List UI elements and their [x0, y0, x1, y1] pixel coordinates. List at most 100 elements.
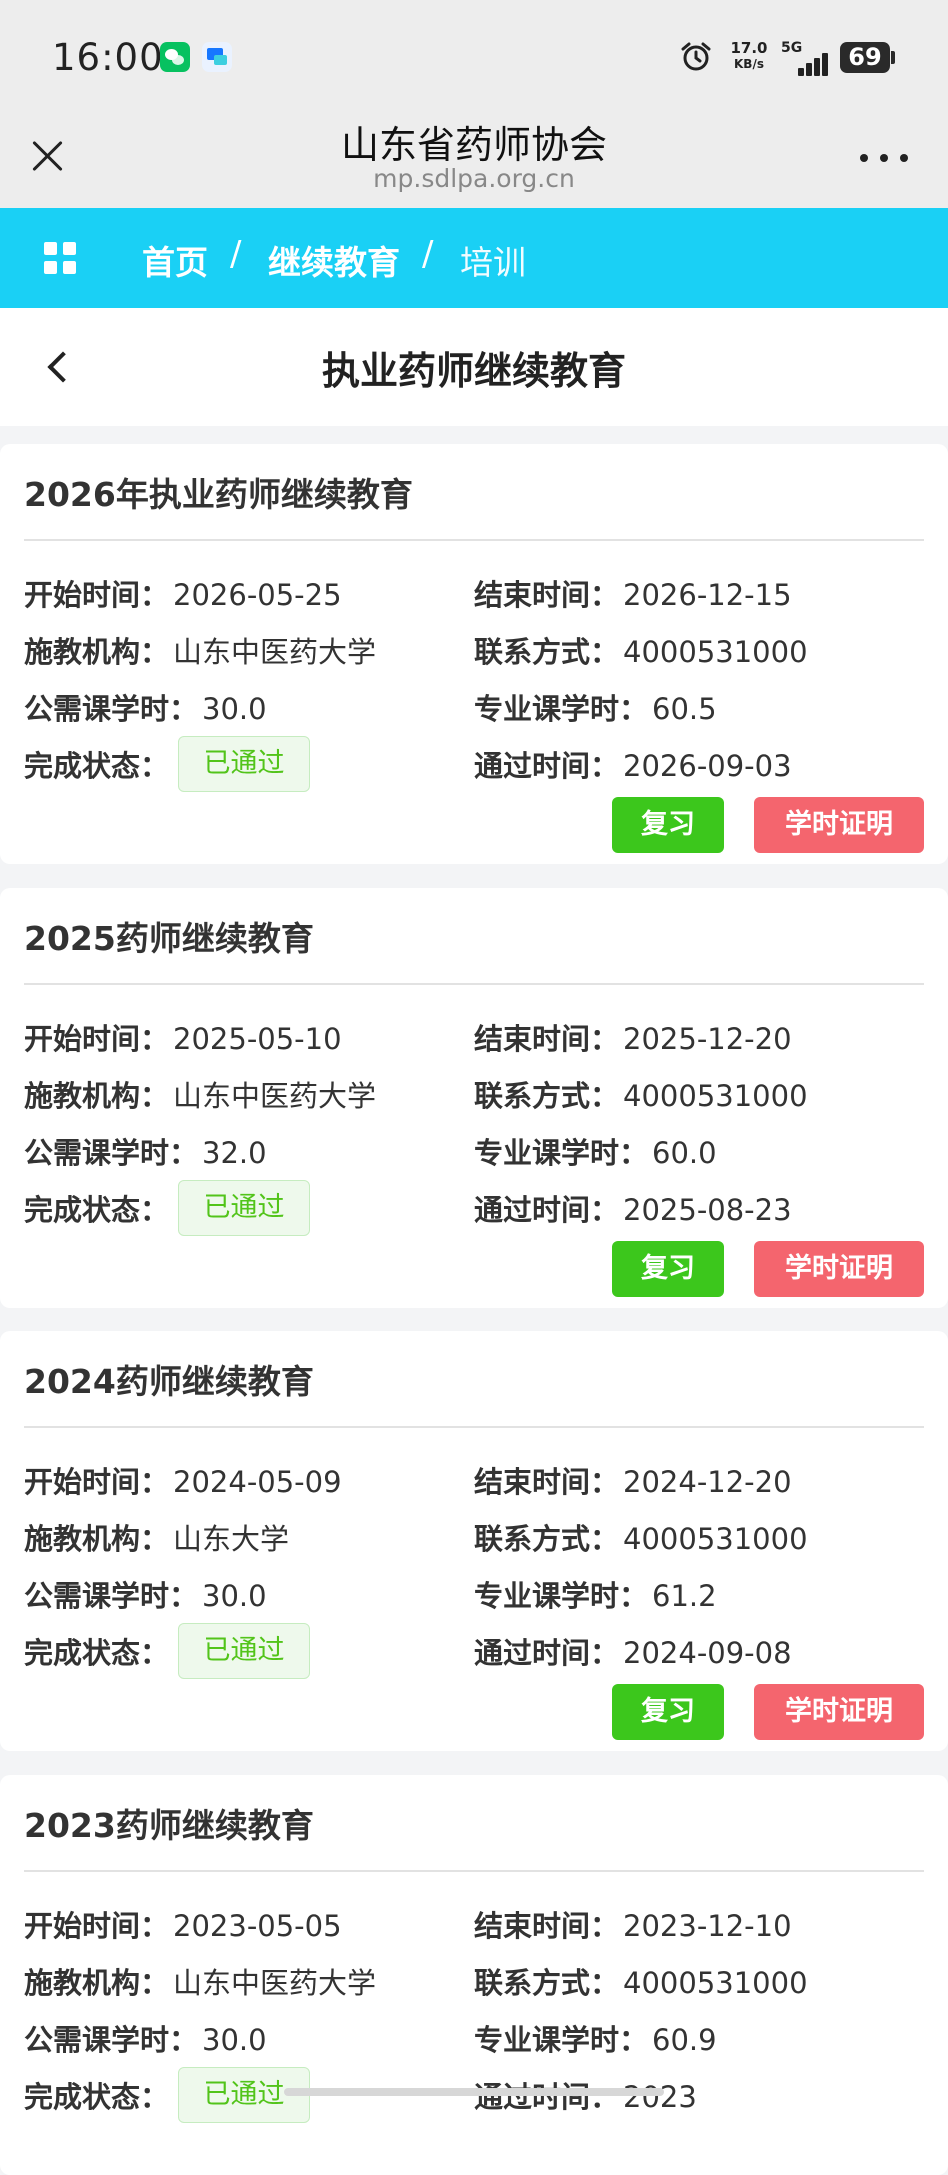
end-time-label: 结束时间：: [474, 578, 620, 612]
pass-time: 通过时间： 2025-08-23: [474, 1187, 792, 1229]
professional-hours: 专业课学时： 60.9: [474, 2017, 717, 2059]
pass-time: 通过时间： 2026-09-03: [474, 743, 792, 785]
contact-label: 联系方式：: [474, 1966, 620, 2000]
public-hours: 公需课学时： 30.0: [24, 686, 267, 728]
page-title: 执业药师继续教育: [321, 349, 626, 393]
start-time: 开始时间： 2023-05-05: [24, 1903, 342, 1945]
pass-time-label: 通过时间：: [474, 1636, 620, 1670]
contact: 联系方式： 4000531000: [474, 1516, 808, 1558]
wechat-icon: [160, 42, 190, 72]
review-button[interactable]: 复习: [612, 797, 724, 853]
breadcrumb-home[interactable]: 首页: [142, 236, 208, 284]
pass-time-value: 2024-09-08: [623, 1636, 792, 1670]
end-time: 结束时间： 2026-12-15: [474, 572, 792, 614]
start-time: 开始时间： 2025-05-10: [24, 1016, 342, 1058]
public-hours-value: 30.0: [202, 1579, 267, 1613]
contact-label: 联系方式：: [474, 1079, 620, 1113]
completion-status: 完成状态：: [24, 1630, 169, 1672]
institution: 施教机构： 山东中医药大学: [24, 629, 376, 671]
record-card: 2023药师继续教育 开始时间： 2023-05-05 结束时间： 2023-12-10…: [0, 1775, 948, 2175]
professional-hours-value: 60.9: [652, 2023, 717, 2057]
breadcrumb-continuing-education[interactable]: 继续教育: [268, 236, 400, 284]
network-speed-value: 17.0: [730, 39, 768, 57]
hours-certificate-button[interactable]: 学时证明: [754, 1684, 924, 1740]
completion-status-label: 完成状态：: [24, 1636, 170, 1670]
public-hours-value: 30.0: [202, 2023, 267, 2057]
breadcrumb-separator: /: [230, 234, 242, 274]
professional-hours-value: 61.2: [652, 1579, 717, 1613]
start-time-label: 开始时间：: [24, 1022, 170, 1056]
end-time-label: 结束时间：: [474, 1465, 620, 1499]
start-time-value: 2026-05-25: [173, 578, 342, 612]
status-badge: 已通过: [178, 1180, 310, 1236]
institution: 施教机构： 山东中医药大学: [24, 1073, 376, 1115]
public-hours: 公需课学时： 30.0: [24, 2017, 267, 2059]
network-speed-unit: KB/s: [734, 57, 764, 71]
start-time: 开始时间： 2026-05-25: [24, 572, 342, 614]
hours-certificate-button[interactable]: 学时证明: [754, 797, 924, 853]
public-hours-label: 公需课学时：: [24, 1579, 199, 1613]
end-time: 结束时间： 2024-12-20: [474, 1459, 792, 1501]
start-time-value: 2025-05-10: [173, 1022, 342, 1056]
professional-hours-label: 专业课学时：: [474, 1136, 649, 1170]
completion-status: 完成状态：: [24, 2074, 169, 2116]
contact-value: 4000531000: [623, 1079, 808, 1113]
public-hours: 公需课学时： 32.0: [24, 1130, 267, 1172]
grid-menu-icon[interactable]: [44, 242, 76, 274]
public-hours: 公需课学时： 30.0: [24, 1573, 267, 1615]
end-time-value: 2023-12-10: [623, 1909, 792, 1943]
institution-value: 山东中医药大学: [173, 635, 377, 669]
contact-label: 联系方式：: [474, 1522, 620, 1556]
record-title: 2025药师继续教育: [24, 919, 314, 958]
start-time-value: 2024-05-09: [173, 1465, 342, 1499]
institution: 施教机构： 山东大学: [24, 1516, 289, 1558]
breadcrumb: 首页 / 继续教育 / 培训: [0, 208, 948, 308]
window-title: 山东省药师协会: [340, 123, 607, 167]
professional-hours-label: 专业课学时：: [474, 2023, 649, 2057]
record-card: 2026年执业药师继续教育 开始时间： 2026-05-25 结束时间： 2026-12…: [0, 444, 948, 864]
institution-label: 施教机构：: [24, 1522, 170, 1556]
title-bar: 山东省药师协会 mp.sdlpa.org.cn: [0, 118, 948, 208]
more-icon[interactable]: [856, 146, 912, 170]
pass-time-label: 通过时间：: [474, 2080, 620, 2114]
status-badge: 已通过: [178, 736, 310, 792]
completion-status: 完成状态：: [24, 743, 169, 785]
completion-status: 完成状态：: [24, 1187, 169, 1229]
contact-value: 4000531000: [623, 1966, 808, 2000]
contact-value: 4000531000: [623, 635, 808, 669]
review-button[interactable]: 复习: [612, 1241, 724, 1297]
end-time: 结束时间： 2023-12-10: [474, 1903, 792, 1945]
record-card: 2025药师继续教育 开始时间： 2025-05-10 结束时间： 2025-12-20…: [0, 888, 948, 1308]
professional-hours-value: 60.0: [652, 1136, 717, 1170]
end-time-value: 2024-12-20: [623, 1465, 792, 1499]
signal-icon: [792, 52, 832, 76]
institution-label: 施教机构：: [24, 1966, 170, 2000]
review-button[interactable]: 复习: [612, 1684, 724, 1740]
end-time-label: 结束时间：: [474, 1909, 620, 1943]
public-hours-label: 公需课学时：: [24, 1136, 199, 1170]
professional-hours-value: 60.5: [652, 692, 717, 726]
record-card: 2024药师继续教育 开始时间： 2024-05-09 结束时间： 2024-12-20…: [0, 1331, 948, 1751]
professional-hours: 专业课学时： 60.5: [474, 686, 717, 728]
home-indicator[interactable]: [284, 2088, 664, 2096]
institution: 施教机构： 山东中医药大学: [24, 1960, 376, 2002]
divider: [24, 1870, 924, 1872]
pass-time-label: 通过时间：: [474, 1193, 620, 1227]
pass-time-value: 2023: [623, 2080, 697, 2114]
completion-status-label: 完成状态：: [24, 2080, 170, 2114]
window-domain: mp.sdlpa.org.cn: [373, 164, 575, 193]
end-time-value: 2026-12-15: [623, 578, 792, 612]
public-hours-label: 公需课学时：: [24, 692, 199, 726]
institution-value: 山东中医药大学: [173, 1966, 377, 2000]
record-title: 2023药师继续教育: [24, 1806, 314, 1845]
professional-hours-label: 专业课学时：: [474, 692, 649, 726]
alarm-clock-icon: [681, 42, 711, 71]
professional-hours: 专业课学时： 61.2: [474, 1573, 717, 1615]
completion-status-label: 完成状态：: [24, 749, 170, 783]
contact-value: 4000531000: [623, 1522, 808, 1556]
start-time: 开始时间： 2024-05-09: [24, 1459, 342, 1501]
professional-hours-label: 专业课学时：: [474, 1579, 649, 1613]
public-hours-value: 30.0: [202, 692, 267, 726]
contact: 联系方式： 4000531000: [474, 1960, 808, 2002]
hours-certificate-button[interactable]: 学时证明: [754, 1241, 924, 1297]
